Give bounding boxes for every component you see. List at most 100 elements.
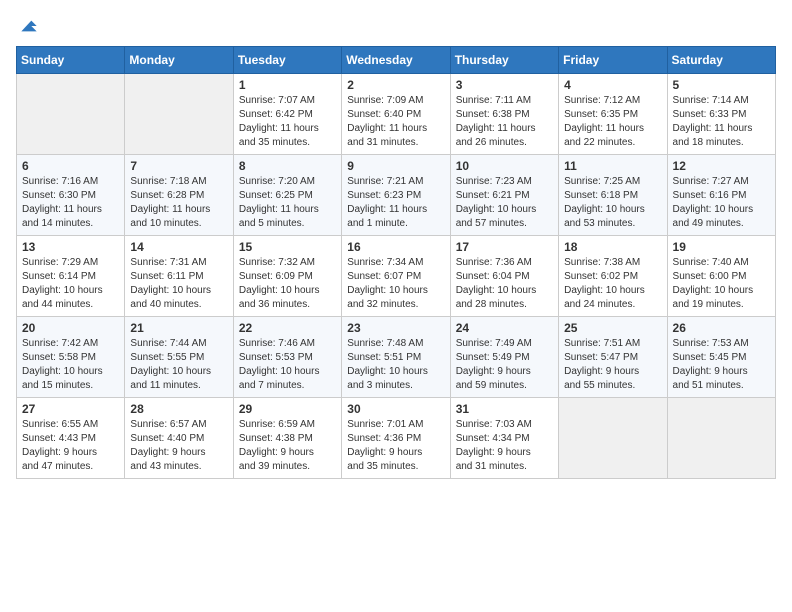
calendar-week-1: 1Sunrise: 7:07 AM Sunset: 6:42 PM Daylig…	[17, 74, 776, 155]
cell-content: Sunrise: 7:29 AM Sunset: 6:14 PM Dayligh…	[22, 256, 119, 312]
calendar-cell: 5 Sunrise: 7:14 AM Sunset: 6:33 PM Daylig…	[667, 74, 775, 155]
day-number: 25	[564, 321, 661, 335]
cell-content: Sunrise: 7:11 AM Sunset: 6:38 PM Dayligh…	[456, 94, 553, 150]
calendar-cell: 4 Sunrise: 7:12 AM Sunset: 6:35 PM Daylig…	[559, 74, 667, 155]
cell-content: Sunrise: 7:27 AM Sunset: 6:16 PM Dayligh…	[673, 175, 770, 231]
cell-content: Sunrise: 7:12 AM Sunset: 6:35 PM Dayligh…	[564, 94, 661, 150]
calendar-cell: 18 Sunrise: 7:38 AM Sunset: 6:02 PM Dayli…	[559, 236, 667, 317]
calendar-cell: 20 Sunrise: 7:42 AM Sunset: 5:58 PM Dayli…	[17, 317, 125, 398]
day-number: 7	[130, 159, 227, 173]
calendar-table: SundayMondayTuesdayWednesdayThursdayFrid…	[16, 46, 776, 479]
day-number: 30	[347, 402, 444, 416]
cell-content: Sunrise: 7:40 AM Sunset: 6:00 PM Dayligh…	[673, 256, 770, 312]
cell-content: Sunrise: 7:18 AM Sunset: 6:28 PM Dayligh…	[130, 175, 227, 231]
day-number: 23	[347, 321, 444, 335]
calendar-cell: 8 Sunrise: 7:20 AM Sunset: 6:25 PM Daylig…	[233, 155, 341, 236]
cell-content: Sunrise: 7:21 AM Sunset: 6:23 PM Dayligh…	[347, 175, 444, 231]
col-header-saturday: Saturday	[667, 47, 775, 74]
calendar-cell	[559, 398, 667, 479]
calendar-cell: 27 Sunrise: 6:55 AM Sunset: 4:43 PM Dayli…	[17, 398, 125, 479]
cell-content: Sunrise: 7:46 AM Sunset: 5:53 PM Dayligh…	[239, 337, 336, 393]
calendar-cell: 22 Sunrise: 7:46 AM Sunset: 5:53 PM Dayli…	[233, 317, 341, 398]
col-header-tuesday: Tuesday	[233, 47, 341, 74]
day-number: 6	[22, 159, 119, 173]
cell-content: Sunrise: 7:38 AM Sunset: 6:02 PM Dayligh…	[564, 256, 661, 312]
cell-content: Sunrise: 7:16 AM Sunset: 6:30 PM Dayligh…	[22, 175, 119, 231]
calendar-cell: 6 Sunrise: 7:16 AM Sunset: 6:30 PM Daylig…	[17, 155, 125, 236]
calendar-cell: 1Sunrise: 7:07 AM Sunset: 6:42 PM Daylig…	[233, 74, 341, 155]
cell-content: Sunrise: 7:14 AM Sunset: 6:33 PM Dayligh…	[673, 94, 770, 150]
day-number: 21	[130, 321, 227, 335]
cell-content: Sunrise: 7:51 AM Sunset: 5:47 PM Dayligh…	[564, 337, 661, 393]
cell-content: Sunrise: 7:44 AM Sunset: 5:55 PM Dayligh…	[130, 337, 227, 393]
day-number: 8	[239, 159, 336, 173]
day-number: 14	[130, 240, 227, 254]
calendar-cell: 11Sunrise: 7:25 AM Sunset: 6:18 PM Dayli…	[559, 155, 667, 236]
calendar-week-5: 27 Sunrise: 6:55 AM Sunset: 4:43 PM Dayli…	[17, 398, 776, 479]
calendar-cell: 26Sunrise: 7:53 AM Sunset: 5:45 PM Dayli…	[667, 317, 775, 398]
cell-content: Sunrise: 7:53 AM Sunset: 5:45 PM Dayligh…	[673, 337, 770, 393]
day-number: 28	[130, 402, 227, 416]
calendar-cell: 15Sunrise: 7:32 AM Sunset: 6:09 PM Dayli…	[233, 236, 341, 317]
cell-content: Sunrise: 6:59 AM Sunset: 4:38 PM Dayligh…	[239, 418, 336, 474]
logo	[16, 16, 38, 36]
day-number: 22	[239, 321, 336, 335]
cell-content: Sunrise: 7:48 AM Sunset: 5:51 PM Dayligh…	[347, 337, 444, 393]
day-number: 16	[347, 240, 444, 254]
calendar-cell: 14Sunrise: 7:31 AM Sunset: 6:11 PM Dayli…	[125, 236, 233, 317]
page-header	[16, 16, 776, 36]
calendar-cell: 9 Sunrise: 7:21 AM Sunset: 6:23 PM Daylig…	[342, 155, 450, 236]
day-number: 15	[239, 240, 336, 254]
day-number: 2	[347, 78, 444, 92]
day-number: 27	[22, 402, 119, 416]
day-number: 20	[22, 321, 119, 335]
calendar-cell: 3 Sunrise: 7:11 AM Sunset: 6:38 PM Daylig…	[450, 74, 558, 155]
col-header-sunday: Sunday	[17, 47, 125, 74]
calendar-cell: 21 Sunrise: 7:44 AM Sunset: 5:55 PM Dayli…	[125, 317, 233, 398]
calendar-cell: 10Sunrise: 7:23 AM Sunset: 6:21 PM Dayli…	[450, 155, 558, 236]
calendar-cell: 7 Sunrise: 7:18 AM Sunset: 6:28 PM Daylig…	[125, 155, 233, 236]
calendar-cell: 23 Sunrise: 7:48 AM Sunset: 5:51 PM Dayli…	[342, 317, 450, 398]
calendar-cell: 28Sunrise: 6:57 AM Sunset: 4:40 PM Dayli…	[125, 398, 233, 479]
cell-content: Sunrise: 7:36 AM Sunset: 6:04 PM Dayligh…	[456, 256, 553, 312]
day-number: 12	[673, 159, 770, 173]
col-header-friday: Friday	[559, 47, 667, 74]
calendar-cell: 12 Sunrise: 7:27 AM Sunset: 6:16 PM Dayli…	[667, 155, 775, 236]
calendar-cell: 2 Sunrise: 7:09 AM Sunset: 6:40 PM Daylig…	[342, 74, 450, 155]
cell-content: Sunrise: 7:23 AM Sunset: 6:21 PM Dayligh…	[456, 175, 553, 231]
logo-icon	[18, 16, 38, 36]
calendar-cell: 19Sunrise: 7:40 AM Sunset: 6:00 PM Dayli…	[667, 236, 775, 317]
day-number: 18	[564, 240, 661, 254]
cell-content: Sunrise: 7:42 AM Sunset: 5:58 PM Dayligh…	[22, 337, 119, 393]
cell-content: Sunrise: 7:09 AM Sunset: 6:40 PM Dayligh…	[347, 94, 444, 150]
calendar-cell: 24 Sunrise: 7:49 AM Sunset: 5:49 PM Dayli…	[450, 317, 558, 398]
day-number: 3	[456, 78, 553, 92]
cell-content: Sunrise: 7:25 AM Sunset: 6:18 PM Dayligh…	[564, 175, 661, 231]
col-header-wednesday: Wednesday	[342, 47, 450, 74]
calendar-cell: 17 Sunrise: 7:36 AM Sunset: 6:04 PM Dayli…	[450, 236, 558, 317]
day-number: 31	[456, 402, 553, 416]
day-number: 17	[456, 240, 553, 254]
cell-content: Sunrise: 7:49 AM Sunset: 5:49 PM Dayligh…	[456, 337, 553, 393]
calendar-cell: 13 Sunrise: 7:29 AM Sunset: 6:14 PM Dayli…	[17, 236, 125, 317]
day-number: 9	[347, 159, 444, 173]
col-header-thursday: Thursday	[450, 47, 558, 74]
day-number: 5	[673, 78, 770, 92]
calendar-week-4: 20 Sunrise: 7:42 AM Sunset: 5:58 PM Dayli…	[17, 317, 776, 398]
calendar-header-row: SundayMondayTuesdayWednesdayThursdayFrid…	[17, 47, 776, 74]
cell-content: Sunrise: 7:03 AM Sunset: 4:34 PM Dayligh…	[456, 418, 553, 474]
calendar-cell: 31 Sunrise: 7:03 AM Sunset: 4:34 PM Dayli…	[450, 398, 558, 479]
calendar-cell	[17, 74, 125, 155]
calendar-cell: 30 Sunrise: 7:01 AM Sunset: 4:36 PM Dayli…	[342, 398, 450, 479]
calendar-cell: 16 Sunrise: 7:34 AM Sunset: 6:07 PM Dayli…	[342, 236, 450, 317]
calendar-cell	[125, 74, 233, 155]
cell-content: Sunrise: 7:20 AM Sunset: 6:25 PM Dayligh…	[239, 175, 336, 231]
cell-content: Sunrise: 6:55 AM Sunset: 4:43 PM Dayligh…	[22, 418, 119, 474]
calendar-cell	[667, 398, 775, 479]
day-number: 4	[564, 78, 661, 92]
cell-content: Sunrise: 7:01 AM Sunset: 4:36 PM Dayligh…	[347, 418, 444, 474]
day-number: 13	[22, 240, 119, 254]
day-number: 24	[456, 321, 553, 335]
cell-content: Sunrise: 7:34 AM Sunset: 6:07 PM Dayligh…	[347, 256, 444, 312]
calendar-week-3: 13 Sunrise: 7:29 AM Sunset: 6:14 PM Dayli…	[17, 236, 776, 317]
